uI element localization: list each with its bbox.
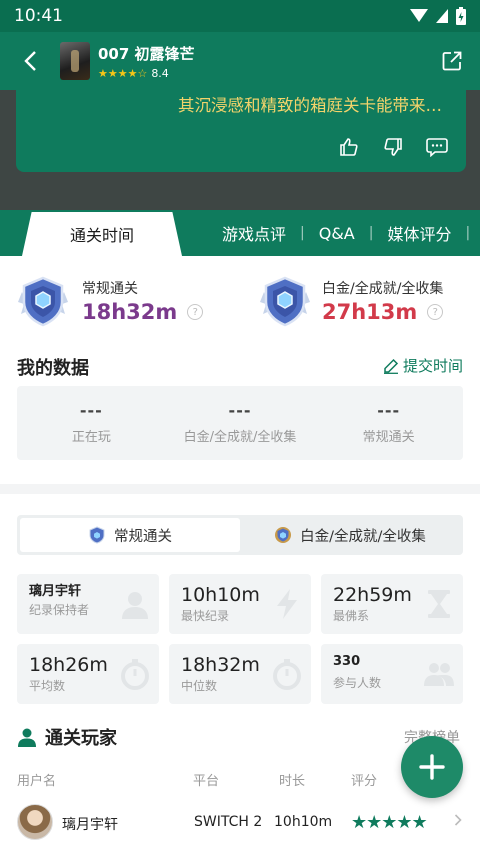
player-rating-stars-icon: ★★★★★ [351, 812, 428, 833]
network-icon [436, 9, 448, 23]
platinum-badge-icon [275, 527, 292, 543]
app-bar: 007 初露锋芒 ★★★★☆ 8.4 [0, 32, 480, 90]
share-icon [442, 51, 462, 71]
regular-badge-icon [89, 526, 105, 544]
chevron-right-icon [454, 814, 462, 826]
regular-badge-icon [18, 276, 68, 327]
platinum-completion-label: 白金/全成就/全收集 [322, 281, 444, 297]
lightning-icon [277, 589, 297, 619]
platinum-completion-value: 27h13m [322, 300, 418, 324]
help-icon[interactable]: ? [427, 304, 444, 320]
tab-game-reviews[interactable]: 游戏点评 [208, 210, 300, 256]
segment-label: 常规通关 [114, 528, 172, 545]
submit-time-label: 提交时间 [402, 357, 463, 375]
column-platform: 平台 [193, 774, 220, 789]
my-data-value: --- [377, 401, 401, 420]
stopwatch-icon [121, 659, 149, 690]
completion-type-segment: 常规通关 白金/全成就/全收集 [17, 515, 463, 555]
segment-platinum[interactable]: 白金/全成就/全收集 [240, 518, 460, 552]
stat-average: 18h26m 平均数 [17, 644, 159, 704]
tab-bar: 通关时间 游戏点评 | Q&A | 媒体评分 | [0, 210, 480, 256]
help-icon[interactable]: ? [187, 304, 204, 320]
stat-fastest: 10h10m 最快纪录 [169, 574, 311, 634]
tab-separator: | [465, 225, 471, 241]
players-section-header: 通关玩家 [17, 724, 117, 750]
platinum-completion-stat: 白金/全成就/全收集 27h13m ? [258, 274, 443, 328]
column-score: 评分 [351, 774, 378, 789]
plus-icon [419, 754, 445, 780]
column-user: 用户名 [17, 774, 57, 789]
comment-icon [426, 138, 448, 157]
edit-icon [383, 358, 399, 374]
like-button[interactable] [338, 136, 360, 158]
review-card: 其沉浸感和精致的箱庭关卡能带来… [16, 90, 466, 172]
game-rating-row: ★★★★☆ 8.4 [98, 67, 424, 80]
my-data-value: --- [79, 401, 103, 420]
person-icon [122, 592, 148, 619]
people-icon [424, 663, 454, 686]
stat-participants: 330 参与人数 [321, 644, 463, 704]
thumbs-up-icon [340, 138, 358, 156]
stat-median: 18h32m 中位数 [169, 644, 311, 704]
stats-grid: 璃月宇轩 纪录保持者 10h10m 最快纪录 22h59m 最佛系 18h26m… [17, 574, 463, 704]
hourglass-icon [428, 590, 450, 618]
my-data-label: 正在玩 [71, 430, 111, 445]
comment-button[interactable] [426, 136, 448, 158]
hero-area: 其沉浸感和精致的箱庭关卡能带来… [0, 90, 480, 210]
person-icon [18, 728, 36, 747]
regular-completion-stat: 常规通关 18h32m ? [16, 274, 204, 328]
tab-qa[interactable]: Q&A [305, 210, 369, 256]
segment-regular[interactable]: 常规通关 [20, 518, 240, 552]
player-name: 璃月宇轩 [62, 817, 118, 833]
status-time: 10:41 [14, 6, 63, 26]
my-data-label: 常规通关 [362, 430, 415, 445]
avatar [17, 804, 53, 840]
stopwatch-icon [273, 659, 301, 690]
player-duration: 10h10m [274, 814, 333, 830]
tab-media-scores[interactable]: 媒体评分 [373, 210, 465, 256]
column-duration: 时长 [279, 774, 306, 789]
my-data-platinum: --- 白金/全成就/全收集 [166, 386, 315, 460]
my-data-title: 我的数据 [17, 358, 89, 379]
players-title: 通关玩家 [45, 728, 117, 749]
regular-completion-label: 常规通关 [82, 281, 138, 297]
status-icons [410, 7, 466, 25]
rating-value: 8.4 [151, 66, 169, 80]
chevron-left-icon [24, 51, 36, 71]
my-data-panel: --- 正在玩 --- 白金/全成就/全收集 --- 常规通关 [17, 386, 463, 460]
battery-icon [456, 7, 466, 25]
regular-completion-value: 18h32m [82, 300, 178, 324]
game-title-block: 007 初露锋芒 ★★★★☆ 8.4 [98, 43, 424, 80]
rating-stars-icon: ★★★★☆ [98, 66, 148, 80]
player-platform: SWITCH 2 [194, 814, 263, 830]
submit-time-button[interactable]: 提交时间 [383, 355, 463, 376]
my-data-value: --- [228, 401, 252, 420]
segment-label: 白金/全成就/全收集 [300, 528, 426, 545]
summary-section: 常规通关 18h32m ? 白金/全成就/全收集 27h13m ? 我的数据 提… [0, 256, 480, 484]
stat-record-holder[interactable]: 璃月宇轩 纪录保持者 [17, 574, 159, 634]
signal-icon [410, 9, 428, 22]
review-snippet[interactable]: 其沉浸感和精致的箱庭关卡能带来… [36, 92, 446, 116]
review-actions [338, 136, 448, 158]
my-data-playing: --- 正在玩 [17, 386, 166, 460]
share-button[interactable] [424, 32, 480, 90]
back-button[interactable] [0, 32, 60, 90]
stat-slowest: 22h59m 最佛系 [321, 574, 463, 634]
status-bar: 10:41 [0, 0, 480, 32]
my-data-regular: --- 常规通关 [314, 386, 463, 460]
game-title: 007 初露锋芒 [98, 44, 195, 63]
tab-completion-time[interactable]: 通关时间 [22, 212, 182, 256]
my-data-label: 白金/全成就/全收集 [183, 430, 297, 445]
game-cover-thumbnail [60, 42, 90, 80]
platinum-badge-icon [260, 276, 310, 327]
add-record-button[interactable] [401, 736, 463, 798]
thumbs-down-icon [384, 138, 402, 156]
player-row[interactable]: 璃月宇轩 SWITCH 2 10h10m ★★★★★ [0, 798, 480, 854]
section-divider [0, 484, 480, 494]
dislike-button[interactable] [382, 136, 404, 158]
